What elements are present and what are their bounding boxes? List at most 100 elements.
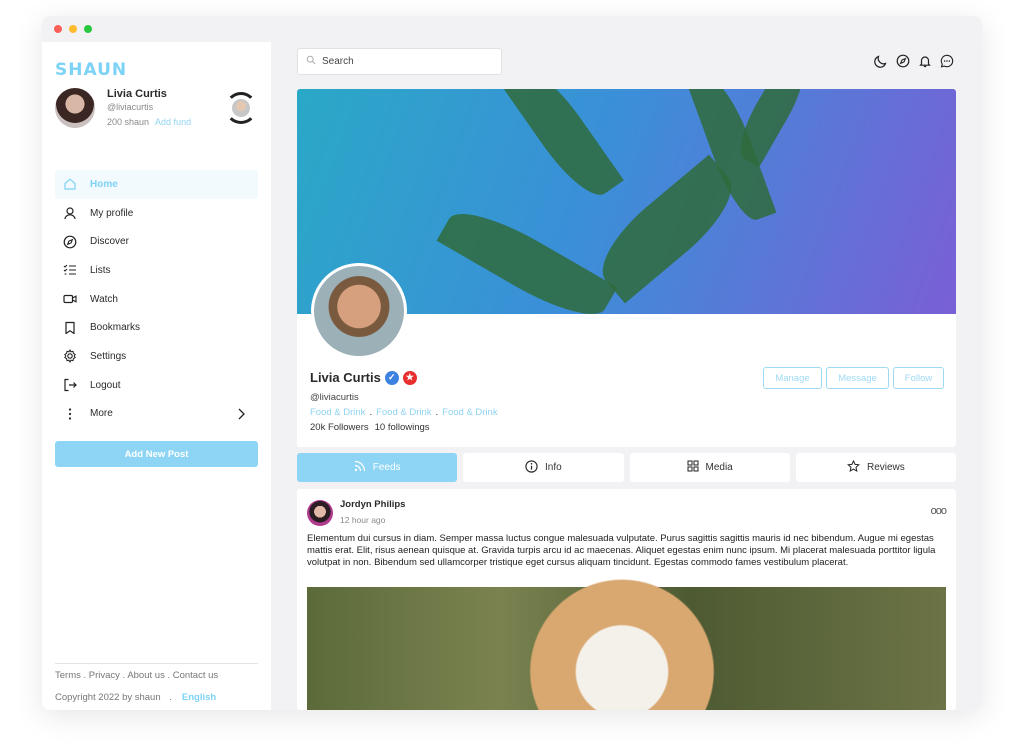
post-author-avatar[interactable] bbox=[307, 500, 333, 526]
follow-button[interactable]: Follow bbox=[893, 367, 944, 389]
feed-post: Jordyn Philips 12 hour ago ooo Elementum… bbox=[297, 489, 956, 710]
post-body: Elementum dui cursus in diam. Semper mas… bbox=[307, 533, 936, 568]
sidebar-item-bookmarks[interactable]: Bookmarks bbox=[55, 313, 258, 342]
profile-name-text: Livia Curtis bbox=[310, 370, 381, 385]
video-icon bbox=[63, 292, 77, 306]
manage-button[interactable]: Manage bbox=[763, 367, 822, 389]
switch-account-avatar bbox=[232, 99, 250, 117]
post-timestamp: 12 hour ago bbox=[340, 515, 386, 525]
chevron-right-icon bbox=[234, 407, 248, 424]
more-vertical-icon bbox=[63, 407, 77, 421]
award-badge-icon: ★ bbox=[402, 370, 417, 385]
post-image[interactable] bbox=[307, 567, 946, 710]
post-author-name[interactable]: Jordyn Philips bbox=[340, 499, 405, 510]
balance-value: 200 shaun bbox=[107, 117, 150, 127]
footer-links[interactable]: Terms . Privacy . About us . Contact us bbox=[55, 670, 218, 681]
post-image-subject bbox=[512, 567, 732, 710]
home-icon bbox=[63, 177, 77, 191]
tab-info[interactable]: Info bbox=[463, 453, 624, 482]
search-icon bbox=[306, 55, 316, 68]
current-user-name: Livia Curtis bbox=[107, 88, 167, 100]
sidebar-item-settings[interactable]: Settings bbox=[55, 342, 258, 371]
profile-tag[interactable]: Food & Drink bbox=[376, 407, 431, 418]
copyright: Copyright 2022 by shaun . English bbox=[55, 692, 216, 703]
sidebar-item-label: Logout bbox=[90, 379, 121, 391]
sidebar-item-label: Home bbox=[90, 178, 118, 190]
app-window: SHAUN Livia Curtis @liviacurtis 200 shau… bbox=[42, 16, 982, 710]
minimize-window-button[interactable] bbox=[69, 25, 77, 33]
follow-counts: 20k Followers 10 followings bbox=[310, 422, 436, 433]
sidebar-item-label: Bookmarks bbox=[90, 322, 141, 334]
profile-tag[interactable]: Food & Drink bbox=[442, 407, 497, 418]
app-logo[interactable]: SHAUN bbox=[55, 60, 127, 80]
maximize-window-button[interactable] bbox=[84, 25, 92, 33]
user-icon bbox=[63, 206, 77, 220]
sidebar-nav: Home My profile Discover Lists Watch Boo… bbox=[55, 170, 258, 428]
sidebar-item-label: Discover bbox=[90, 236, 129, 248]
copyright-separator: . bbox=[169, 692, 172, 703]
sidebar-item-discover[interactable]: Discover bbox=[55, 227, 258, 256]
tab-reviews[interactable]: Reviews bbox=[795, 453, 956, 482]
tab-label: Info bbox=[545, 462, 562, 473]
verified-icon: ✓ bbox=[384, 370, 399, 385]
profile-tag[interactable]: Food & Drink bbox=[310, 407, 365, 418]
copyright-text: Copyright 2022 by shaun bbox=[55, 692, 161, 703]
chat-icon[interactable] bbox=[940, 54, 954, 68]
avatar[interactable] bbox=[55, 88, 95, 128]
rss-icon bbox=[354, 460, 366, 475]
sidebar-item-watch[interactable]: Watch bbox=[55, 285, 258, 314]
profile-avatar[interactable] bbox=[311, 263, 407, 359]
followings-count[interactable]: 10 followings bbox=[375, 422, 430, 433]
profile-handle: @liviacurtis bbox=[310, 392, 359, 403]
logout-icon bbox=[63, 378, 77, 392]
sidebar-item-label: Lists bbox=[90, 264, 111, 276]
tab-label: Reviews bbox=[866, 462, 905, 473]
sidebar-item-label: More bbox=[90, 408, 113, 420]
switch-account-icon[interactable] bbox=[225, 92, 257, 124]
gear-icon bbox=[63, 349, 77, 364]
sidebar-item-lists[interactable]: Lists bbox=[55, 256, 258, 285]
tag-separator: . bbox=[369, 407, 373, 418]
grid-icon bbox=[687, 460, 699, 475]
tag-separator: . bbox=[435, 407, 439, 418]
profile-tabs: Feeds Info Media Reviews bbox=[297, 453, 956, 482]
profile-actions: Manage Message Follow bbox=[763, 367, 944, 389]
cover-leaf bbox=[500, 89, 624, 207]
sidebar-item-logout[interactable]: Logout bbox=[55, 371, 258, 400]
sidebar-item-home[interactable]: Home bbox=[55, 170, 258, 199]
message-button[interactable]: Message bbox=[826, 367, 889, 389]
moon-icon[interactable] bbox=[874, 54, 888, 68]
followers-count[interactable]: 20k Followers bbox=[310, 422, 369, 433]
cover-leaf bbox=[436, 197, 618, 314]
bookmark-icon bbox=[63, 321, 77, 335]
search-bar[interactable] bbox=[297, 48, 502, 75]
bell-icon[interactable] bbox=[918, 54, 932, 68]
sidebar-item-my-profile[interactable]: My profile bbox=[55, 199, 258, 228]
sidebar-item-label: My profile bbox=[90, 207, 134, 219]
compass-icon[interactable] bbox=[896, 54, 910, 68]
close-window-button[interactable] bbox=[54, 25, 62, 33]
search-input[interactable] bbox=[322, 56, 492, 67]
title-bar bbox=[42, 16, 982, 42]
top-actions bbox=[874, 54, 954, 68]
tab-label: Media bbox=[705, 462, 733, 473]
star-icon bbox=[846, 459, 860, 476]
add-new-post-button[interactable]: Add New Post bbox=[55, 441, 258, 467]
tab-label: Feeds bbox=[372, 462, 401, 473]
sidebar-item-label: Settings bbox=[90, 350, 127, 362]
add-fund-link[interactable]: Add fund bbox=[155, 117, 191, 127]
sidebar-item-more[interactable]: More bbox=[55, 400, 258, 429]
current-user-handle: @liviacurtis bbox=[107, 102, 154, 112]
language-link[interactable]: English bbox=[182, 692, 216, 703]
sidebar: SHAUN Livia Curtis @liviacurtis 200 shau… bbox=[42, 42, 271, 710]
profile-tags: Food & Drink. Food & Drink. Food & Drink bbox=[310, 407, 498, 418]
compass-icon bbox=[63, 235, 77, 249]
tab-media[interactable]: Media bbox=[629, 453, 790, 482]
sidebar-item-label: Watch bbox=[90, 293, 118, 305]
balance: 200 shaun Add fund bbox=[107, 117, 191, 127]
info-icon bbox=[525, 459, 538, 476]
tab-feeds[interactable]: Feeds bbox=[297, 453, 458, 482]
more-options-icon[interactable]: ooo bbox=[931, 505, 947, 517]
profile-card: Livia Curtis ✓ ★ @liviacurtis Food & Dri… bbox=[297, 89, 956, 447]
footer-divider bbox=[55, 663, 258, 664]
